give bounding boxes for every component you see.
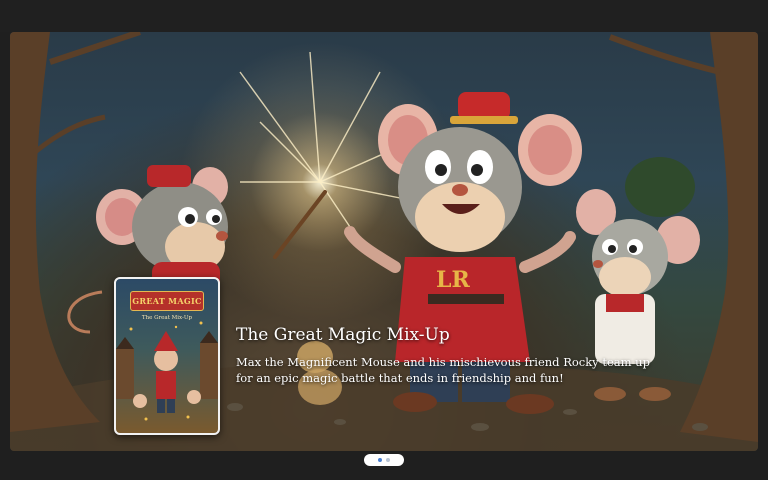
cover-subtitle: The Great Mix-Up xyxy=(141,315,193,321)
book-cover-thumbnail[interactable]: GREAT MAGIC The Great Mix-Up xyxy=(114,277,220,435)
shirt-letters: LR xyxy=(436,267,470,293)
top-bar xyxy=(0,0,768,32)
hero-banner[interactable]: LR GREAT MAGIC The Great Mix-Up The Grea… xyxy=(10,32,758,451)
hero-title: The Great Magic Mix-Up xyxy=(236,325,450,345)
carousel-pagination[interactable] xyxy=(364,454,404,466)
cover-title: GREAT MAGIC xyxy=(130,291,204,311)
hero-description: Max the Magnificent Mouse and his mischi… xyxy=(236,355,650,385)
carousel-dot-2[interactable] xyxy=(386,458,390,462)
carousel-dot-1[interactable] xyxy=(378,458,382,462)
hero-caption: The Great Magic Mix-Up Max the Magnifice… xyxy=(236,324,656,386)
